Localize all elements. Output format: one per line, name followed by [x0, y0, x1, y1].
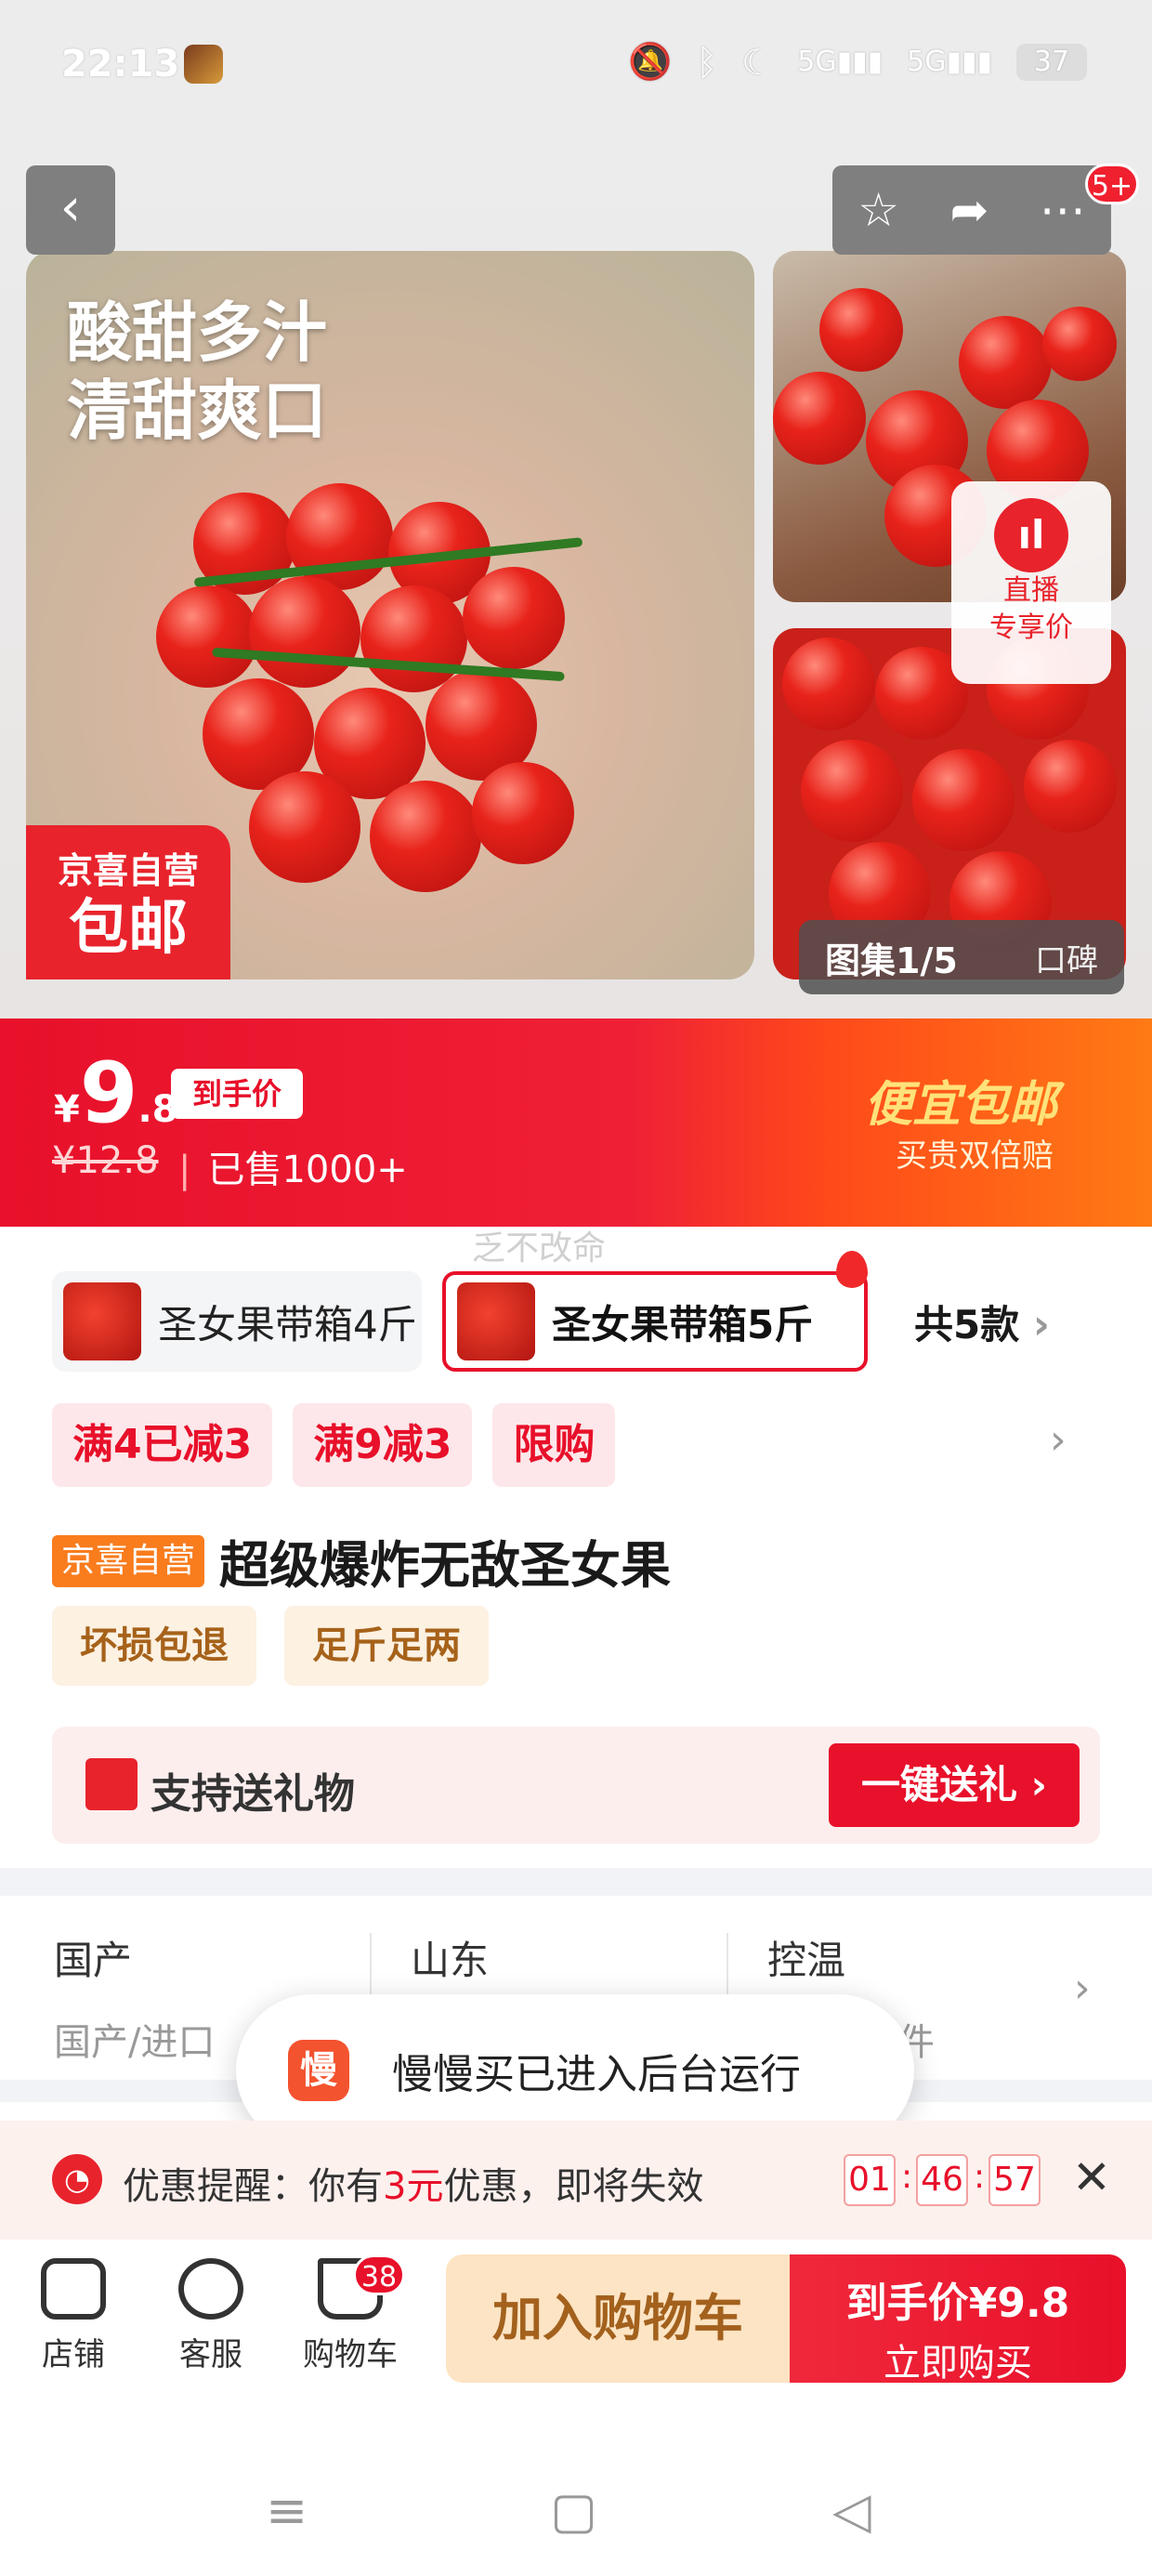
system-navigation-bar: ≡ ▢ ◁ — [0, 2435, 1152, 2576]
service-tag[interactable]: 足斤足两 — [284, 1606, 489, 1686]
chevron-left-icon: ‹ — [59, 177, 82, 238]
watermark: 乏不改命 — [472, 1229, 607, 1268]
promo-title: 便宜包邮 — [864, 1077, 1058, 1133]
manmanmai-app-icon: 慢 — [288, 2040, 349, 2101]
promo-subtitle: 买贵双倍赔 — [896, 1137, 1054, 1175]
coupon-row[interactable]: 满4已减3 满9减3 限购 — [52, 1403, 616, 1487]
slogan: 酸甜多汁 清甜爽口 — [67, 295, 327, 449]
star-icon[interactable]: ☆ — [857, 183, 899, 237]
more-icon[interactable]: ⋯ — [1040, 183, 1086, 237]
discount-reminder: ◔ 优惠提醒：你有3元优惠，即将失效 01 : 46 : 57 ✕ — [0, 2121, 1152, 2240]
countdown-seconds: 57 — [988, 2154, 1041, 2206]
coupon-tag[interactable]: 限购 — [492, 1403, 616, 1487]
divider — [0, 1868, 1152, 1896]
customer-service-button[interactable]: 客服 — [160, 2258, 262, 2374]
chat-face-icon — [178, 2258, 243, 2320]
store-icon — [41, 2258, 106, 2320]
original-price: ¥12.8 — [52, 1139, 159, 1182]
album-counter[interactable]: 图集1/5 — [825, 932, 958, 983]
coupon-tag[interactable]: 满9减3 — [293, 1403, 473, 1487]
gift-banner: 支持送礼物 一键送礼 › — [52, 1727, 1100, 1844]
final-price: ¥9.8 — [54, 1045, 178, 1142]
game-app-icon — [184, 45, 223, 84]
gift-icon — [85, 1758, 137, 1810]
battery-icon: 37 — [1016, 43, 1087, 81]
cart-count-badge: 38 — [353, 2254, 405, 2295]
chevron-right-icon: › — [1032, 1301, 1050, 1348]
gift-label: 支持送礼物 — [151, 1770, 355, 1818]
album-bar[interactable]: 图集1/5 口碑 — [799, 920, 1124, 994]
back-icon[interactable]: ◁ — [832, 2481, 871, 2540]
menu-icon[interactable]: ≡ — [266, 2481, 308, 2540]
share-icon[interactable]: ➦ — [949, 183, 988, 237]
countdown-minutes: 46 — [916, 2154, 968, 2206]
variant-option-selected[interactable]: 圣女果带箱5斤 — [442, 1271, 868, 1372]
variant-thumbnail — [457, 1282, 535, 1360]
product-title: 超级爆炸无敌圣女果 — [219, 1536, 672, 1595]
chevron-right-icon[interactable]: › — [1050, 1416, 1067, 1464]
status-bar: 22:13 🔕 ᛒ ☾ 5G▮▮▮ 5G▮▮▮ 37 — [0, 0, 1152, 139]
reviews-tab[interactable]: 口碑 — [1035, 935, 1098, 980]
send-gift-button[interactable]: 一键送礼 › — [829, 1743, 1080, 1827]
add-to-cart-button[interactable]: 加入购物车 — [446, 2254, 790, 2383]
buy-now-button[interactable]: 到手价¥9.8 立即购买 — [790, 2254, 1126, 2385]
final-price-tag: 到手价 — [171, 1069, 303, 1119]
all-variants-link[interactable]: 共5款 › — [914, 1294, 1050, 1350]
signal-icon: 5G▮▮▮ — [797, 46, 884, 78]
chevron-right-icon[interactable]: › — [1074, 1965, 1091, 2012]
variant-thumbnail — [63, 1282, 141, 1360]
sold-count: 已售1000+ — [178, 1139, 407, 1193]
reminder-text: 优惠提醒：你有3元优惠，即将失效 — [123, 2165, 704, 2208]
mute-icon: 🔕 — [628, 41, 673, 82]
message-badge: 5+ — [1085, 164, 1139, 204]
shop-button[interactable]: 店铺 — [22, 2258, 124, 2374]
service-tag[interactable]: 坏损包退 — [52, 1606, 256, 1686]
hot-icon — [836, 1251, 868, 1288]
live-icon: ıl — [994, 498, 1068, 572]
variant-option[interactable]: 圣女果带箱4斤 — [52, 1271, 422, 1372]
clock-icon: ◔ — [52, 2154, 102, 2204]
home-icon[interactable]: ▢ — [550, 2481, 597, 2540]
product-title-row: 京喜自营 超级爆炸无敌圣女果 — [52, 1524, 671, 1597]
free-shipping-badge: 京喜自营 包邮 — [26, 825, 230, 979]
live-price-button[interactable]: ıl 直播 专享价 — [951, 481, 1111, 684]
self-operated-tag: 京喜自营 — [52, 1534, 205, 1587]
back-button[interactable]: ‹ — [26, 165, 115, 255]
countdown-hours: 01 — [844, 2154, 896, 2206]
service-tags[interactable]: 坏损包退 足斤足两 — [52, 1606, 489, 1686]
bluetooth-icon: ᛒ — [696, 41, 718, 83]
signal-icon-2: 5G▮▮▮ — [907, 46, 992, 78]
toast-text: 慢慢买已进入后台运行 — [392, 2051, 801, 2098]
close-icon[interactable]: ✕ — [1072, 2150, 1111, 2204]
status-icons: 🔕 ᛒ ☾ 5G▮▮▮ 5G▮▮▮ 37 — [628, 41, 1087, 83]
coupon-tag[interactable]: 满4已减3 — [52, 1403, 273, 1487]
status-time: 22:13 — [61, 43, 180, 85]
top-actions: ☆ ➦ ⋯ — [832, 165, 1111, 255]
moon-icon: ☾ — [741, 41, 774, 83]
